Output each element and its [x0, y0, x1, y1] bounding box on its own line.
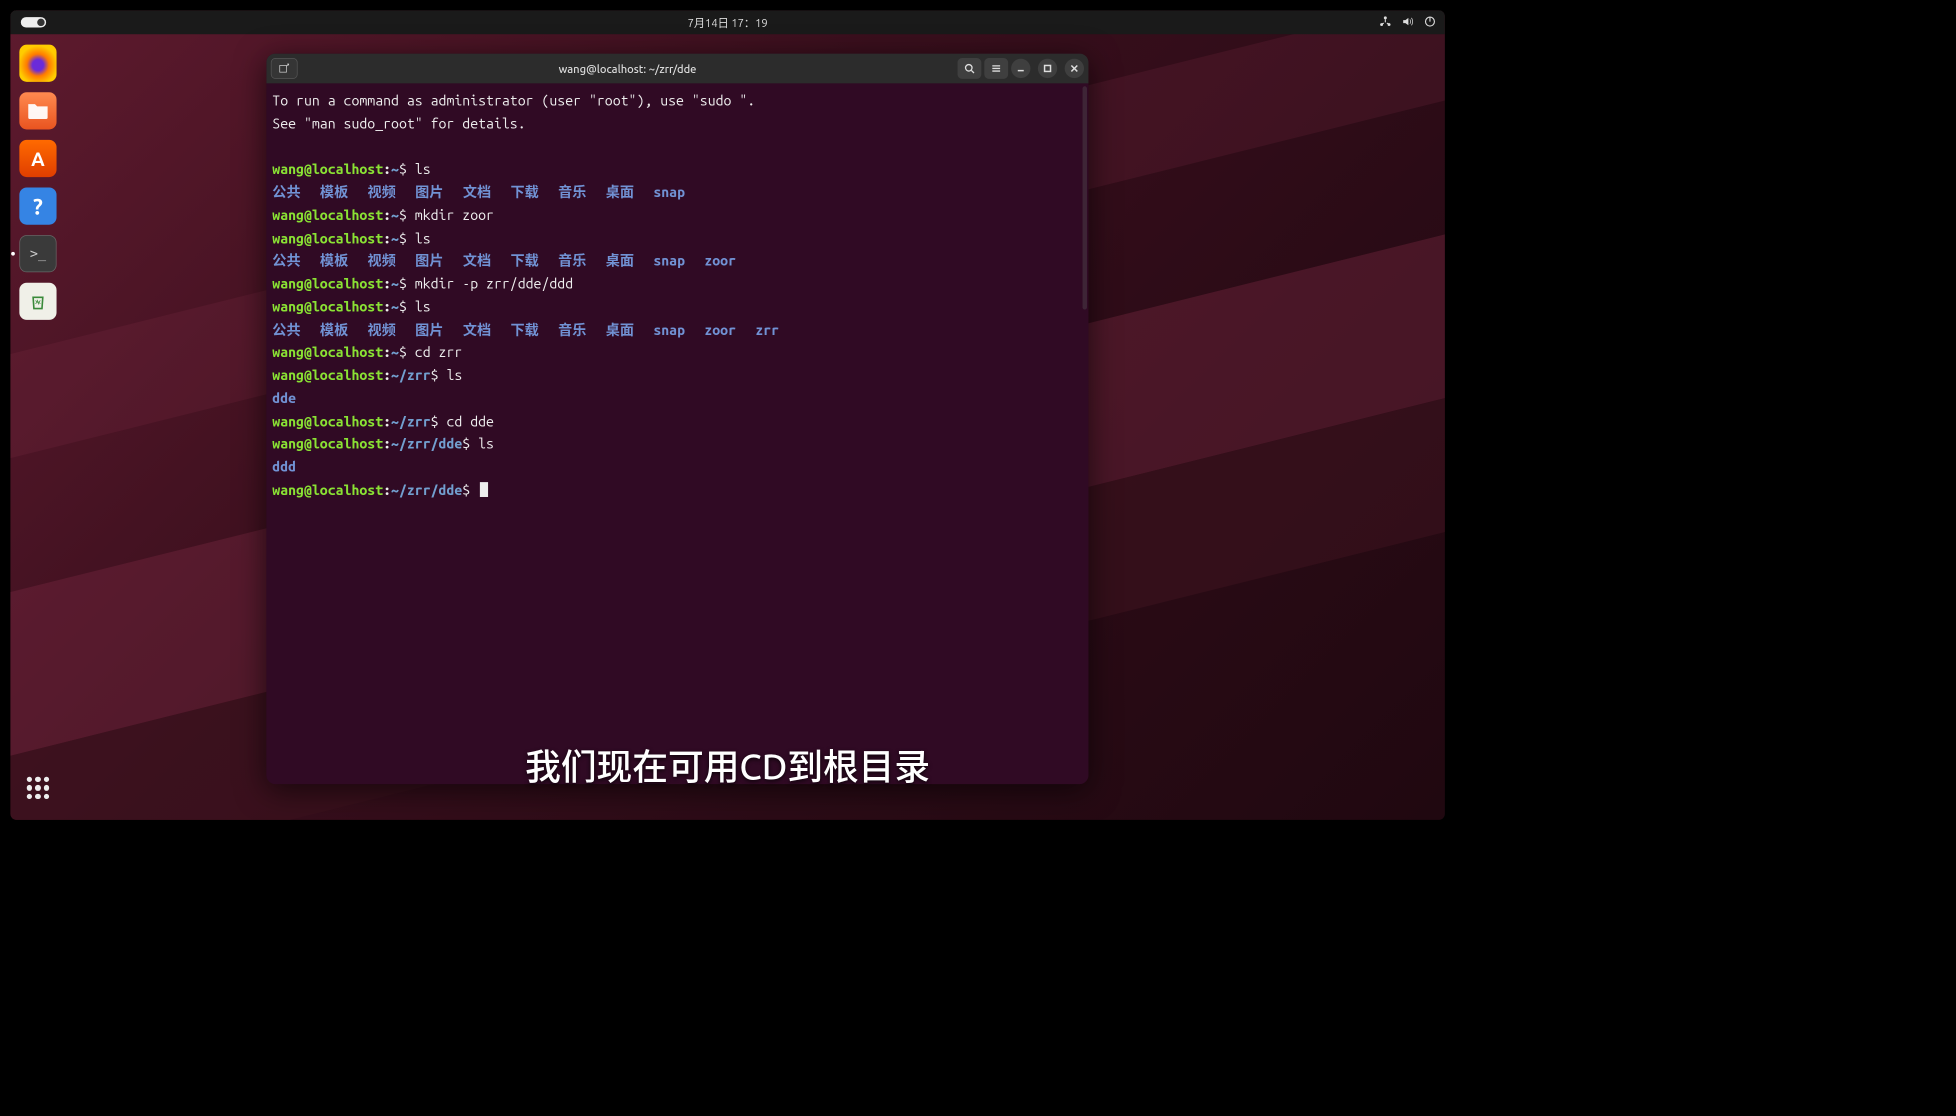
prompt-line: wang@localhost:~$ mkdir -p zrr/dde/ddd — [272, 272, 1082, 295]
prompt-line: wang@localhost:~/zrr$ cd dde — [272, 410, 1082, 433]
dock-app-files[interactable] — [19, 92, 56, 129]
terminal-window: wang@localhost: ~/zrr/dde To run a comma… — [266, 54, 1088, 785]
activities-pill[interactable] — [21, 17, 46, 27]
dock-app-firefox[interactable] — [19, 45, 56, 82]
minimize-button[interactable] — [1011, 59, 1030, 78]
motd-line: See "man sudo_root" for details. — [272, 112, 1082, 135]
terminal-body[interactable]: To run a command as administrator (user … — [266, 83, 1088, 507]
dock-app-trash[interactable] — [19, 283, 56, 320]
prompt-line: wang@localhost:~$ ls — [272, 295, 1082, 318]
motd-line: To run a command as administrator (user … — [272, 89, 1082, 112]
search-button[interactable] — [958, 58, 982, 79]
dock: A ? >_ — [10, 34, 65, 820]
terminal-titlebar[interactable]: wang@localhost: ~/zrr/dde — [266, 54, 1088, 84]
prompt-line: wang@localhost:~$ mkdir zoor — [272, 204, 1082, 227]
maximize-button[interactable] — [1038, 59, 1057, 78]
status-icons[interactable] — [1379, 10, 1436, 34]
prompt-line: wang@localhost:~$ ls — [272, 227, 1082, 250]
ls-output: 公共模板视频图片文档下载音乐桌面snap — [272, 181, 1082, 204]
video-subtitle: 我们现在可用CD到根目录 — [10, 738, 1444, 790]
cursor — [480, 482, 488, 497]
power-icon[interactable] — [1424, 15, 1436, 29]
prompt-line: wang@localhost:~/zrr/dde$ — [272, 478, 1082, 501]
close-button[interactable] — [1065, 59, 1084, 78]
prompt-line: wang@localhost:~$ cd zrr — [272, 341, 1082, 364]
top-bar: 7月14日 17：19 — [10, 10, 1444, 34]
network-icon[interactable] — [1379, 15, 1391, 29]
prompt-line: wang@localhost:~/zrr/dde$ ls — [272, 433, 1082, 456]
dock-app-terminal[interactable]: >_ — [19, 235, 56, 272]
menu-button[interactable] — [984, 58, 1008, 79]
volume-icon[interactable] — [1402, 15, 1414, 29]
dock-app-software[interactable]: A — [19, 140, 56, 177]
prompt-line: wang@localhost:~$ ls — [272, 158, 1082, 181]
ls-output: 公共模板视频图片文档下载音乐桌面snapzoorzrr — [272, 318, 1082, 341]
dock-app-help[interactable]: ? — [19, 187, 56, 224]
ls-output: ddd — [272, 456, 1082, 479]
new-tab-button[interactable] — [271, 58, 298, 79]
ls-output: 公共模板视频图片文档下载音乐桌面snapzoor — [272, 250, 1082, 273]
prompt-line: wang@localhost:~/zrr$ ls — [272, 364, 1082, 387]
terminal-title: wang@localhost: ~/zrr/dde — [298, 62, 958, 75]
ls-output: dde — [272, 387, 1082, 410]
clock[interactable]: 7月14日 17：19 — [688, 15, 768, 31]
desktop-frame: 7月14日 17：19 A ? >_ — [10, 10, 1444, 819]
